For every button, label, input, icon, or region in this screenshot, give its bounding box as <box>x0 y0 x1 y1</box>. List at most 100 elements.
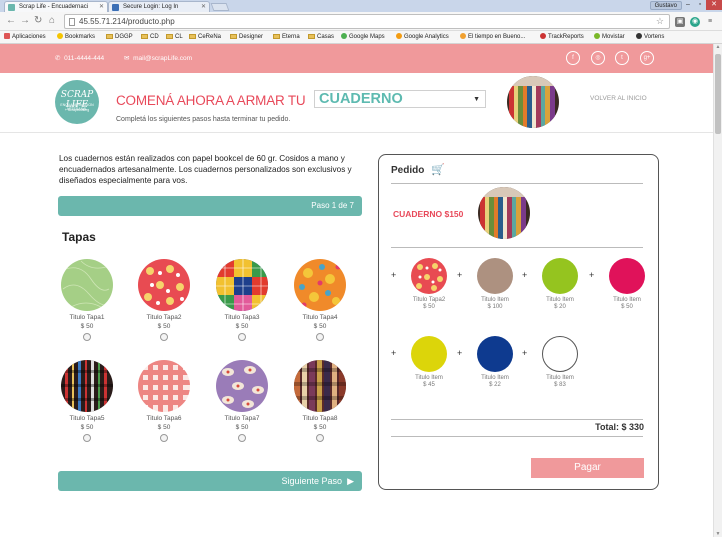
dropdown-arrow-icon: ▼ <box>473 96 480 103</box>
tapa-image[interactable] <box>216 259 268 311</box>
tapa-image[interactable] <box>61 259 113 311</box>
twitter-icon[interactable]: t <box>615 51 629 65</box>
forward-icon[interactable]: → <box>20 15 30 27</box>
divider <box>391 247 643 248</box>
scroll-down-icon[interactable]: ▼ <box>714 531 722 537</box>
tapa-image[interactable] <box>216 360 268 412</box>
bookmark-item[interactable]: TrackReports <box>540 31 584 43</box>
tapa-option-4[interactable]: Titulo Tapa4 $ 50 <box>290 259 350 341</box>
intro-text: Los cuadernos están realizados con papel… <box>59 154 352 185</box>
bookmark-folder[interactable]: DGGP <box>106 31 133 43</box>
order-item-swatch <box>411 336 447 372</box>
bookmark-item[interactable]: Vortens <box>636 31 664 43</box>
folder-icon <box>308 33 315 39</box>
tapa-image[interactable] <box>294 360 346 412</box>
tapa-option-3[interactable]: Titulo Tapa3 $ 50 <box>212 259 272 341</box>
back-icon[interactable]: ← <box>6 15 16 27</box>
tapa-option-7[interactable]: Titulo Tapa7 $ 50 <box>212 360 272 442</box>
menu-icon[interactable]: ≡ <box>705 17 715 27</box>
scrollbar-thumb[interactable] <box>715 54 721 134</box>
bookmark-folder[interactable]: Designer <box>230 31 263 43</box>
product-select[interactable]: CUADERNO ▼ <box>314 90 486 108</box>
minimize-icon[interactable]: – <box>682 0 694 10</box>
tapa-radio[interactable] <box>83 333 91 341</box>
bookmark-folder[interactable]: Eterna <box>273 31 300 43</box>
tapa-radio[interactable] <box>83 434 91 442</box>
bookmarks-bar: Aplicaciones Bookmarks DGGP CD CL CeReNa… <box>0 31 722 44</box>
google-plus-icon[interactable]: g+ <box>640 51 654 65</box>
scroll-up-icon[interactable]: ▲ <box>714 44 722 50</box>
apps-icon <box>4 33 10 40</box>
extension-icon[interactable]: ▣ <box>675 17 685 27</box>
tab-close-icon[interactable]: ✕ <box>201 2 206 12</box>
tapa-option-5[interactable]: Titulo Tapa5 $ 50 <box>57 360 117 442</box>
maximize-icon[interactable]: ▫ <box>694 0 706 10</box>
tapa-option-2[interactable]: Titulo Tapa2 $ 50 <box>134 259 194 341</box>
page-headline: COMENÁ AHORA A ARMAR TU <box>116 93 306 108</box>
tapa-image[interactable] <box>138 360 190 412</box>
order-total: Total: $ 330 <box>595 422 644 432</box>
tapa-radio[interactable] <box>238 333 246 341</box>
page-info-icon[interactable] <box>69 18 75 26</box>
order-product-image <box>478 187 530 239</box>
bookmark-folder[interactable]: CeReNa <box>189 31 221 43</box>
extension-icon[interactable]: ◉ <box>690 17 700 27</box>
cart-icon: 🛒 <box>431 164 445 176</box>
bookmark-item[interactable]: Bookmarks <box>57 31 95 43</box>
browser-tab-secure-login[interactable]: Secure Login: Log In ✕ <box>108 1 210 12</box>
bookmark-item[interactable]: El tiempo en Bueno... <box>460 31 525 43</box>
next-step-button[interactable]: Siguiente Paso ▶ <box>58 471 362 491</box>
tapa-radio[interactable] <box>160 333 168 341</box>
bookmark-folder[interactable]: CD <box>141 31 159 43</box>
phone-contact: ✆ 011-4444-444 <box>55 55 105 62</box>
plus-icon: + <box>457 270 463 280</box>
tapa-radio[interactable] <box>316 434 324 442</box>
order-product: CUADERNO $150 <box>393 209 464 219</box>
bookmark-folder[interactable]: CL <box>166 31 183 43</box>
order-title: Pedido <box>391 165 425 176</box>
tapa-radio[interactable] <box>238 434 246 442</box>
bookmark-folder[interactable]: Casas <box>308 31 334 43</box>
instagram-icon[interactable]: ◎ <box>591 51 605 65</box>
browser-toolbar: ← → ↻ ⌂ 45.55.71.214/producto.php ☆ ▣ ◉ … <box>0 12 722 31</box>
order-item: + Titulo Tapa2 $ 50 <box>391 258 451 310</box>
browser-tab-scraplife[interactable]: Scrap Life - Encuadernaci ✕ <box>4 1 108 12</box>
tapa-option-8[interactable]: Titulo Tapa8 $ 50 <box>290 360 350 442</box>
order-item: + Titulo Item $ 100 <box>457 258 517 310</box>
facebook-icon[interactable]: f <box>566 51 580 65</box>
url-text: 45.55.71.214/producto.php <box>79 17 175 26</box>
order-item-swatch <box>477 258 513 294</box>
tapa-radio[interactable] <box>316 333 324 341</box>
page-scrollbar[interactable]: ▲ ▼ <box>713 44 722 537</box>
step-indicator: Paso 1 de 7 <box>58 196 362 216</box>
tapa-image[interactable] <box>138 259 190 311</box>
tapa-option-1[interactable]: Titulo Tapa1 $ 50 <box>57 259 117 341</box>
scraplife-logo[interactable]: SCRAP LIFE ENCUADERNACION ARTESANAL + Sc… <box>55 80 99 124</box>
tapa-image[interactable] <box>61 360 113 412</box>
profile-button[interactable]: Gustavo <box>649 1 682 10</box>
plus-icon: + <box>589 270 595 280</box>
bookmark-item[interactable]: Google Analytics <box>396 31 449 43</box>
tab-close-icon[interactable]: ✕ <box>99 2 104 12</box>
pay-button[interactable]: Pagar <box>531 458 644 478</box>
tapa-radio[interactable] <box>160 434 168 442</box>
tapa-option-6[interactable]: Titulo Tapa6 $ 50 <box>134 360 194 442</box>
plus-icon: + <box>391 348 397 358</box>
address-bar[interactable]: 45.55.71.214/producto.php ☆ <box>64 14 670 29</box>
plus-icon: + <box>457 348 463 358</box>
bookmark-item[interactable]: Google Maps <box>341 31 385 43</box>
order-item: + Titulo Item $ 83 <box>522 336 582 388</box>
divider <box>391 183 643 184</box>
window-close-icon[interactable]: ✕ <box>706 0 722 10</box>
home-icon[interactable]: ⌂ <box>49 15 55 27</box>
plus-icon: + <box>391 270 397 280</box>
bookmark-apps[interactable]: Aplicaciones <box>4 31 46 43</box>
bookmark-item[interactable]: Movistar <box>594 31 625 43</box>
reload-icon[interactable]: ↻ <box>34 15 42 27</box>
back-to-home-link[interactable]: VOLVER AL INICIO <box>590 95 647 102</box>
tapa-image[interactable] <box>294 259 346 311</box>
bookmark-star-icon[interactable]: ☆ <box>656 15 664 28</box>
new-tab-button[interactable] <box>210 3 230 11</box>
order-panel: Pedido 🛒 CUADERNO $150 + Titulo Tapa2 $ … <box>378 154 659 490</box>
email-contact[interactable]: ✉ mail@scrapLife.com <box>124 44 192 73</box>
